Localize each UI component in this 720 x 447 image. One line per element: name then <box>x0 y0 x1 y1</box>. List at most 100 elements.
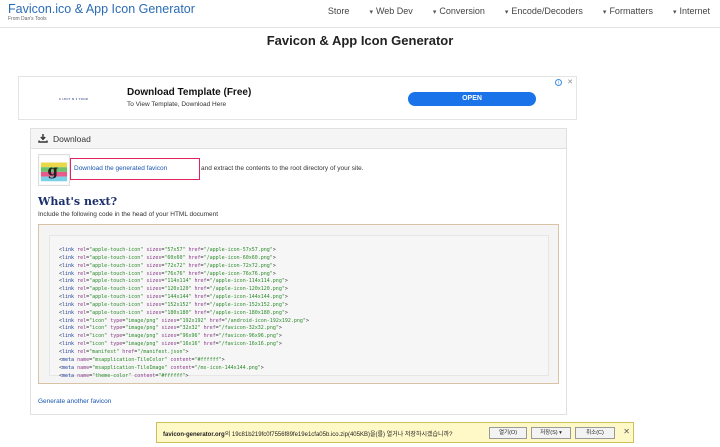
download-icon <box>38 134 48 143</box>
code-attr: href <box>194 286 207 293</box>
code-value: "manifest" <box>89 348 120 355</box>
code-tag: link <box>62 286 75 293</box>
code-attr: rel <box>77 278 87 285</box>
nav-label: Encode/Decoders <box>511 6 583 16</box>
code-line: <link rel="apple-touch-icon" sizes="72x7… <box>59 263 309 271</box>
code-bracket: > <box>278 325 282 332</box>
nav-item-internet[interactable]: ▾ Internet <box>663 6 720 16</box>
nav-item-conversion[interactable]: ▾ Conversion <box>423 6 495 16</box>
generate-another-link[interactable]: Generate another favicon <box>38 398 111 405</box>
advertisement[interactable]: ɛ ʟᴇᴄᴛ ɴ ɪ ʏᴏᴜʀ Download Template (Free)… <box>18 76 577 120</box>
code-bracket: > <box>221 356 225 363</box>
open-button[interactable]: 열기(O) <box>489 427 527 439</box>
code-line: <meta name="msapplication-TileImage" con… <box>59 365 309 373</box>
ad-logo: ɛ ʟᴇᴄᴛ ɴ ɪ ʏᴏᴜʀ <box>59 96 88 101</box>
code-value: "#ffffff" <box>194 356 222 363</box>
code-attr: rel <box>77 270 87 277</box>
site-subtitle[interactable]: From Dan's Tools <box>8 16 195 22</box>
save-button[interactable]: 저장(S) ▾ <box>531 427 571 439</box>
ad-close-icon[interactable]: ✕ <box>567 78 573 86</box>
code-attr: rel <box>77 333 87 340</box>
top-navigation: Favicon.ico & App Icon Generator From Da… <box>0 0 720 28</box>
download-panel-header: Download <box>31 129 566 149</box>
code-value: "180x180" <box>164 309 192 316</box>
code-attr: href <box>203 325 216 332</box>
ad-info-icon[interactable]: i <box>555 79 562 86</box>
download-heading: Download <box>53 134 91 144</box>
code-value: "apple-touch-icon" <box>89 270 144 277</box>
code-lines: <link rel="apple-touch-icon" sizes="57x5… <box>59 247 309 380</box>
code-attr: rel <box>77 317 87 324</box>
code-value: "/apple-icon-57x57.png" <box>203 247 273 253</box>
code-line: <link rel="icon" type="image/png" sizes=… <box>59 341 309 349</box>
nav-item-web-dev[interactable]: ▾ Web Dev <box>359 6 422 16</box>
code-attr: sizes <box>161 333 177 340</box>
nav-item-encode-decoders[interactable]: ▾ Encode/Decoders <box>495 6 593 16</box>
code-value: "/apple-icon-72x72.png" <box>203 262 273 269</box>
svg-text:g: g <box>47 162 58 180</box>
cancel-button[interactable]: 취소(C) <box>575 427 615 439</box>
code-attr: content <box>134 372 156 379</box>
code-value: "icon" <box>89 325 108 332</box>
code-attr: sizes <box>146 262 162 269</box>
code-attr: sizes <box>146 309 162 316</box>
code-value: "/ms-icon-144x144.png" <box>194 364 261 371</box>
download-notification-bar: favicon-generator.org의 19c81b219fc0f7556… <box>156 422 634 443</box>
page-title: Favicon & App Icon Generator <box>266 33 454 48</box>
code-attr: rel <box>77 341 87 348</box>
code-value: "/apple-icon-60x60.png" <box>203 254 273 261</box>
close-icon[interactable]: ✕ <box>623 427 630 436</box>
code-value: "apple-touch-icon" <box>89 254 144 261</box>
code-line: <link rel="apple-touch-icon" sizes="114x… <box>59 278 309 286</box>
download-instruction: and extract the contents to the root dir… <box>201 165 364 172</box>
code-bracket: > <box>284 301 288 308</box>
ad-title[interactable]: Download Template (Free) <box>127 87 251 98</box>
code-attr: sizes <box>146 301 162 308</box>
code-tag: link <box>62 294 75 301</box>
code-line: <link rel="apple-touch-icon" sizes="57x5… <box>59 247 309 255</box>
code-line: <link rel="apple-touch-icon" sizes="180x… <box>59 310 309 318</box>
nav-item-formatters[interactable]: ▾ Formatters <box>593 6 663 16</box>
ad-open-button[interactable]: OPEN <box>408 92 536 106</box>
brand[interactable]: Favicon.ico & App Icon Generator From Da… <box>8 2 195 22</box>
code-tag: link <box>62 301 75 308</box>
code-tag: link <box>62 317 75 324</box>
code-attr: sizes <box>146 294 162 301</box>
code-attr: href <box>194 294 207 301</box>
code-value: "96x96" <box>179 333 201 340</box>
nav-item-store[interactable]: Store <box>318 6 360 16</box>
code-value: "msapplication-TileImage" <box>92 364 168 371</box>
code-value: "/favicon-32x32.png" <box>218 325 279 332</box>
download-site: favicon-generator.org <box>163 432 225 438</box>
chevron-down-icon: ▾ <box>602 9 607 16</box>
chevron-down-icon: ▾ <box>432 9 437 16</box>
chevron-down-icon: ▾ <box>672 9 677 16</box>
code-bracket: > <box>284 286 288 293</box>
code-tag: link <box>62 325 75 332</box>
code-value: "icon" <box>89 333 108 340</box>
code-value: "image/png" <box>125 333 159 340</box>
code-line: <meta name="theme-color" content="#fffff… <box>59 373 309 381</box>
code-attr: href <box>188 254 201 261</box>
code-value: "apple-touch-icon" <box>89 294 144 301</box>
chevron-down-icon: ▾ <box>369 9 373 16</box>
code-attr: href <box>194 309 207 316</box>
code-attr: sizes <box>146 286 162 293</box>
code-value: "/apple-icon-120x120.png" <box>209 286 285 293</box>
code-line: <link rel="apple-touch-icon" sizes="152x… <box>59 302 309 310</box>
code-snippet[interactable]: <link rel="apple-touch-icon" sizes="57x5… <box>49 235 549 379</box>
code-attr: href <box>203 333 216 340</box>
code-attr: rel <box>77 262 87 269</box>
code-bracket: > <box>272 247 276 253</box>
code-attr: sizes <box>161 317 177 324</box>
code-line: <link rel="apple-touch-icon" sizes="60x6… <box>59 255 309 263</box>
code-value: "120x120" <box>164 286 192 293</box>
chevron-down-icon[interactable]: ▾ <box>559 430 562 436</box>
code-value: "192x192" <box>179 317 207 324</box>
download-favicon-link[interactable]: Download the generated favicon <box>74 165 167 172</box>
site-title[interactable]: Favicon.ico & App Icon Generator <box>8 2 195 16</box>
code-value: "/android-icon-192x192.png" <box>224 317 306 324</box>
code-value: "apple-touch-icon" <box>89 247 144 253</box>
code-tag: link <box>62 270 75 277</box>
code-value: "icon" <box>89 341 108 348</box>
